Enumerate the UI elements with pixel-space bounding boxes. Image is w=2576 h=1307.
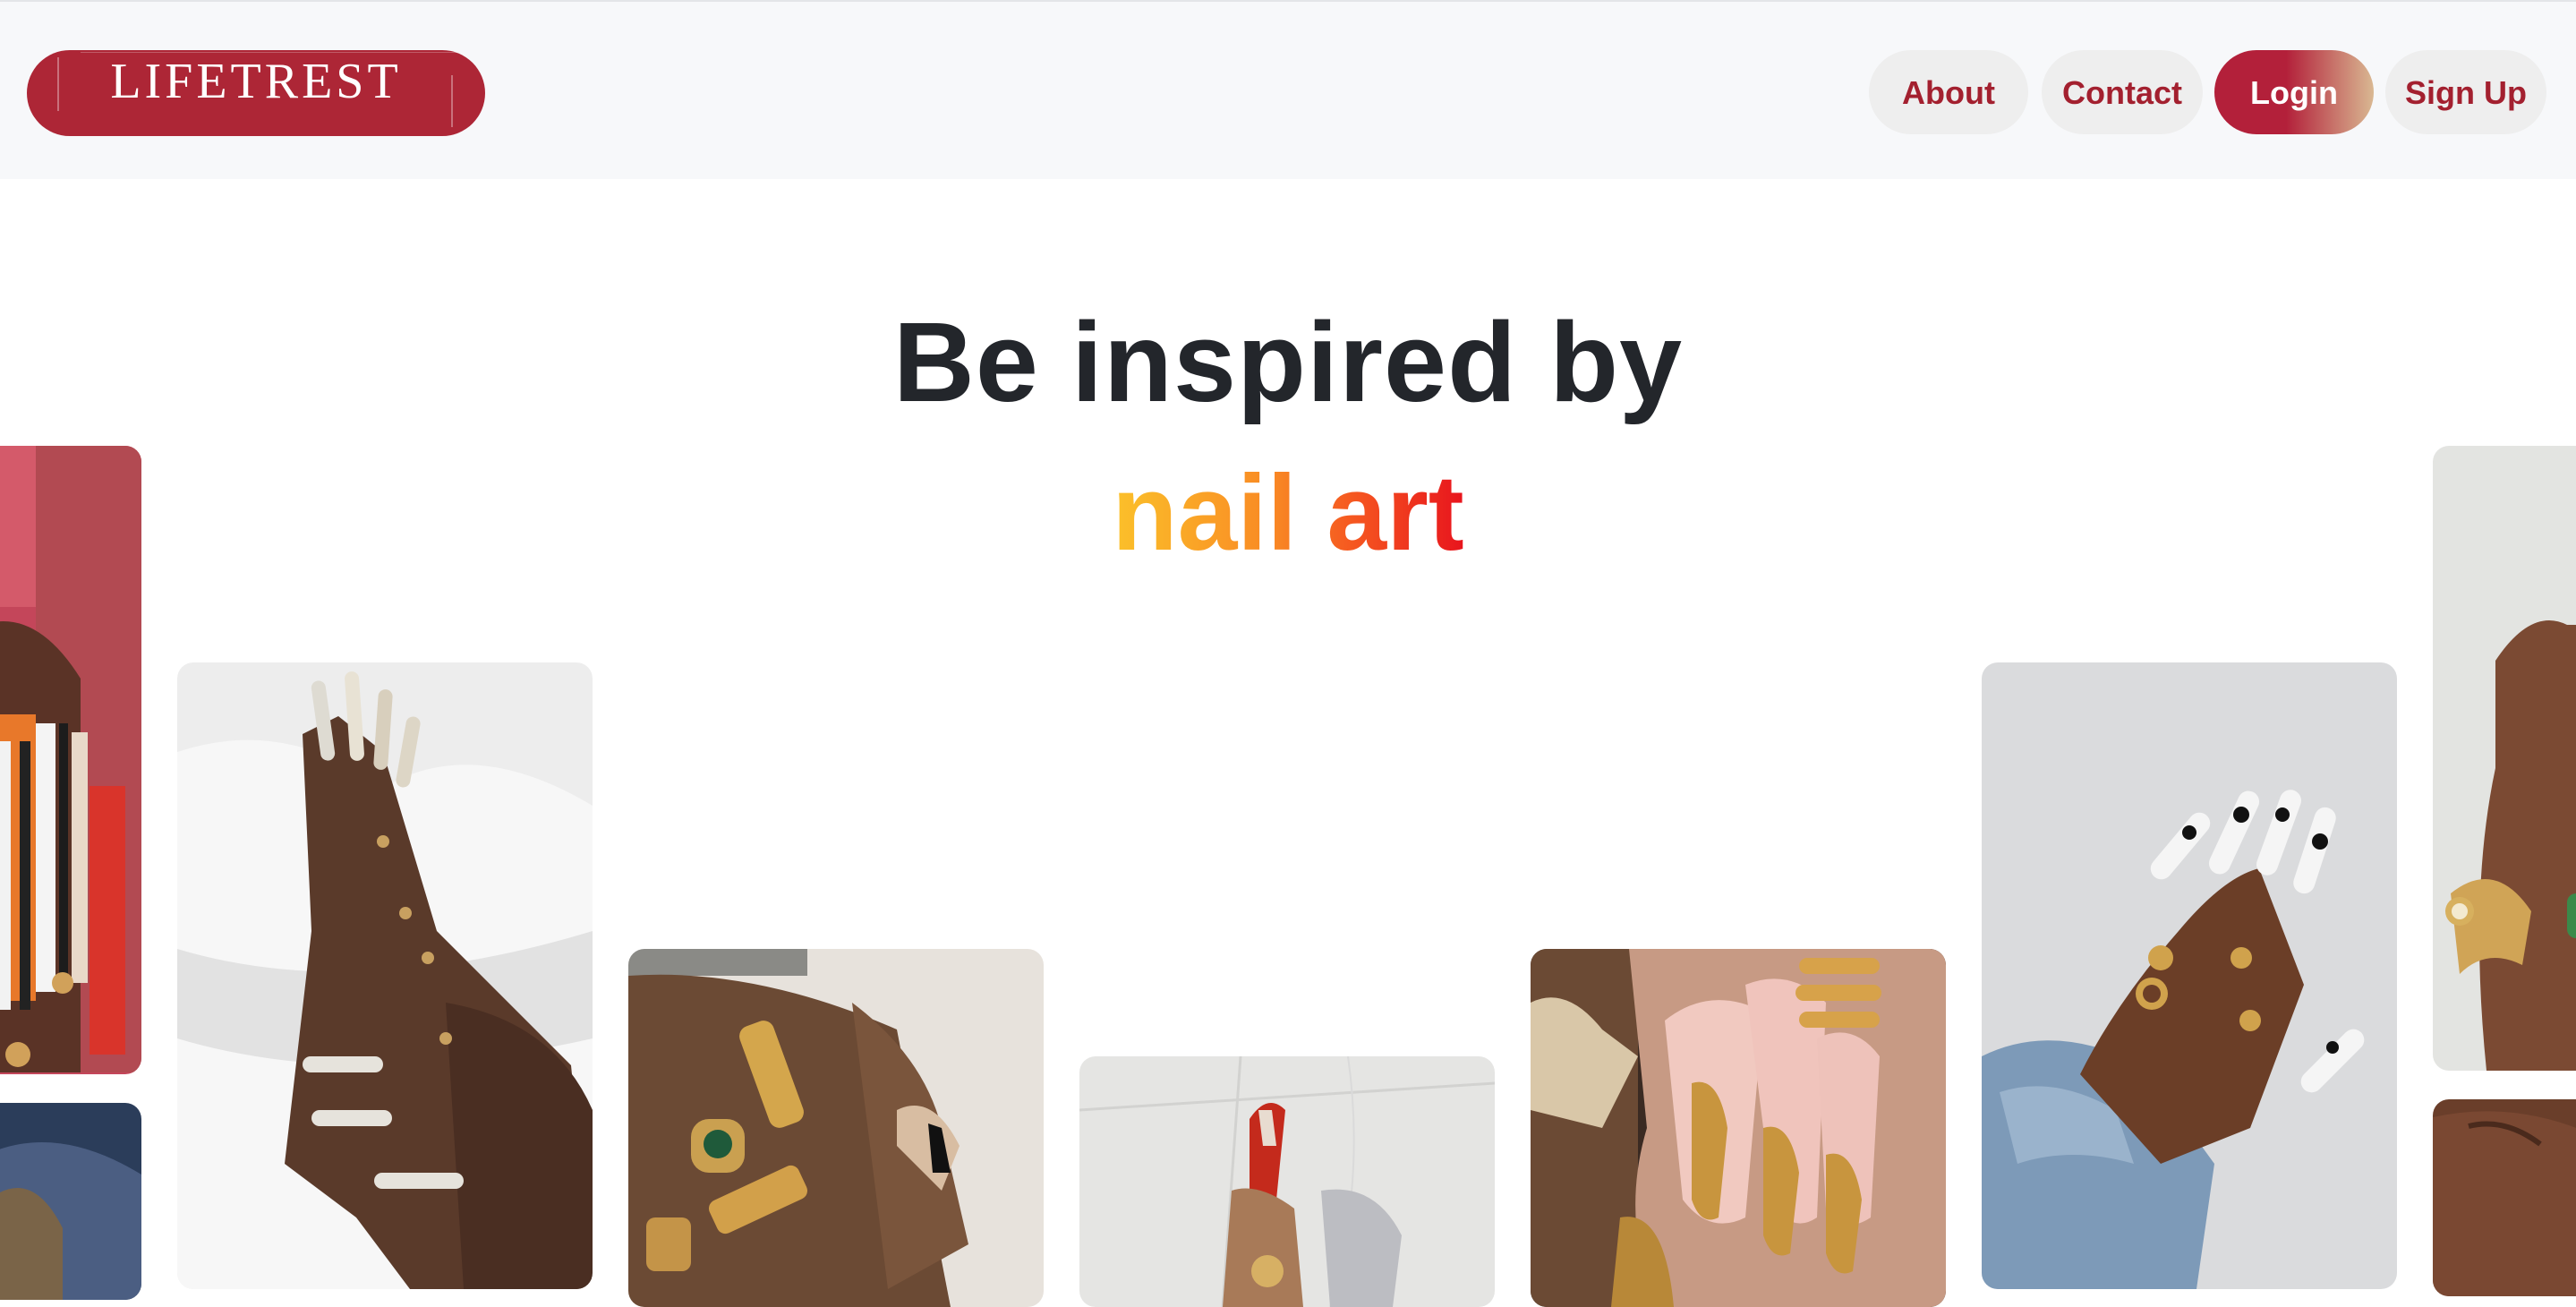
signup-button[interactable]: Sign Up [2385, 50, 2546, 134]
contact-button[interactable]: Contact [2042, 50, 2203, 134]
nail-photo-gold-rings[interactable] [628, 949, 1044, 1307]
nail-photo-dark-blue-image [0, 1103, 141, 1300]
nail-photo-bracelet-image [2433, 446, 2576, 1071]
nail-photo-orange-stripes[interactable] [0, 446, 141, 1074]
login-button[interactable]: Login [2214, 50, 2374, 134]
nail-photo-dark-skin[interactable] [2433, 1099, 2576, 1296]
nail-photo-red-marble[interactable] [1079, 1056, 1495, 1307]
nail-photo-white-fur-image [177, 662, 593, 1289]
nail-photo-white-fur[interactable] [177, 662, 593, 1289]
hero-headline: Be inspired by [892, 299, 1684, 425]
logo-text: LIFETREST [110, 54, 402, 109]
nail-photo-dark-skin-image [2433, 1099, 2576, 1296]
nail-photo-bracelet[interactable] [2433, 446, 2576, 1071]
hero-subheadline: nail art [0, 446, 2576, 580]
nail-photo-cow-print-image [1982, 662, 2397, 1289]
about-button[interactable]: About [1869, 50, 2028, 134]
nail-photo-cow-print[interactable] [1982, 662, 2397, 1289]
brand-logo[interactable]: LIFETREST [27, 50, 485, 136]
nail-photo-orange-stripes-image [0, 446, 141, 1074]
nail-photo-dark-blue[interactable] [0, 1103, 141, 1300]
nail-photo-gold-rings-image [628, 949, 1044, 1307]
nail-photo-gold-filigree-image [1531, 949, 1946, 1307]
hero-subheadline-text: nail art [1112, 453, 1464, 573]
site-header: LIFETREST About Contact Login Sign Up [0, 0, 2576, 179]
nail-photo-red-marble-image [1079, 1056, 1495, 1307]
nail-photo-gold-filigree[interactable] [1531, 949, 1946, 1307]
